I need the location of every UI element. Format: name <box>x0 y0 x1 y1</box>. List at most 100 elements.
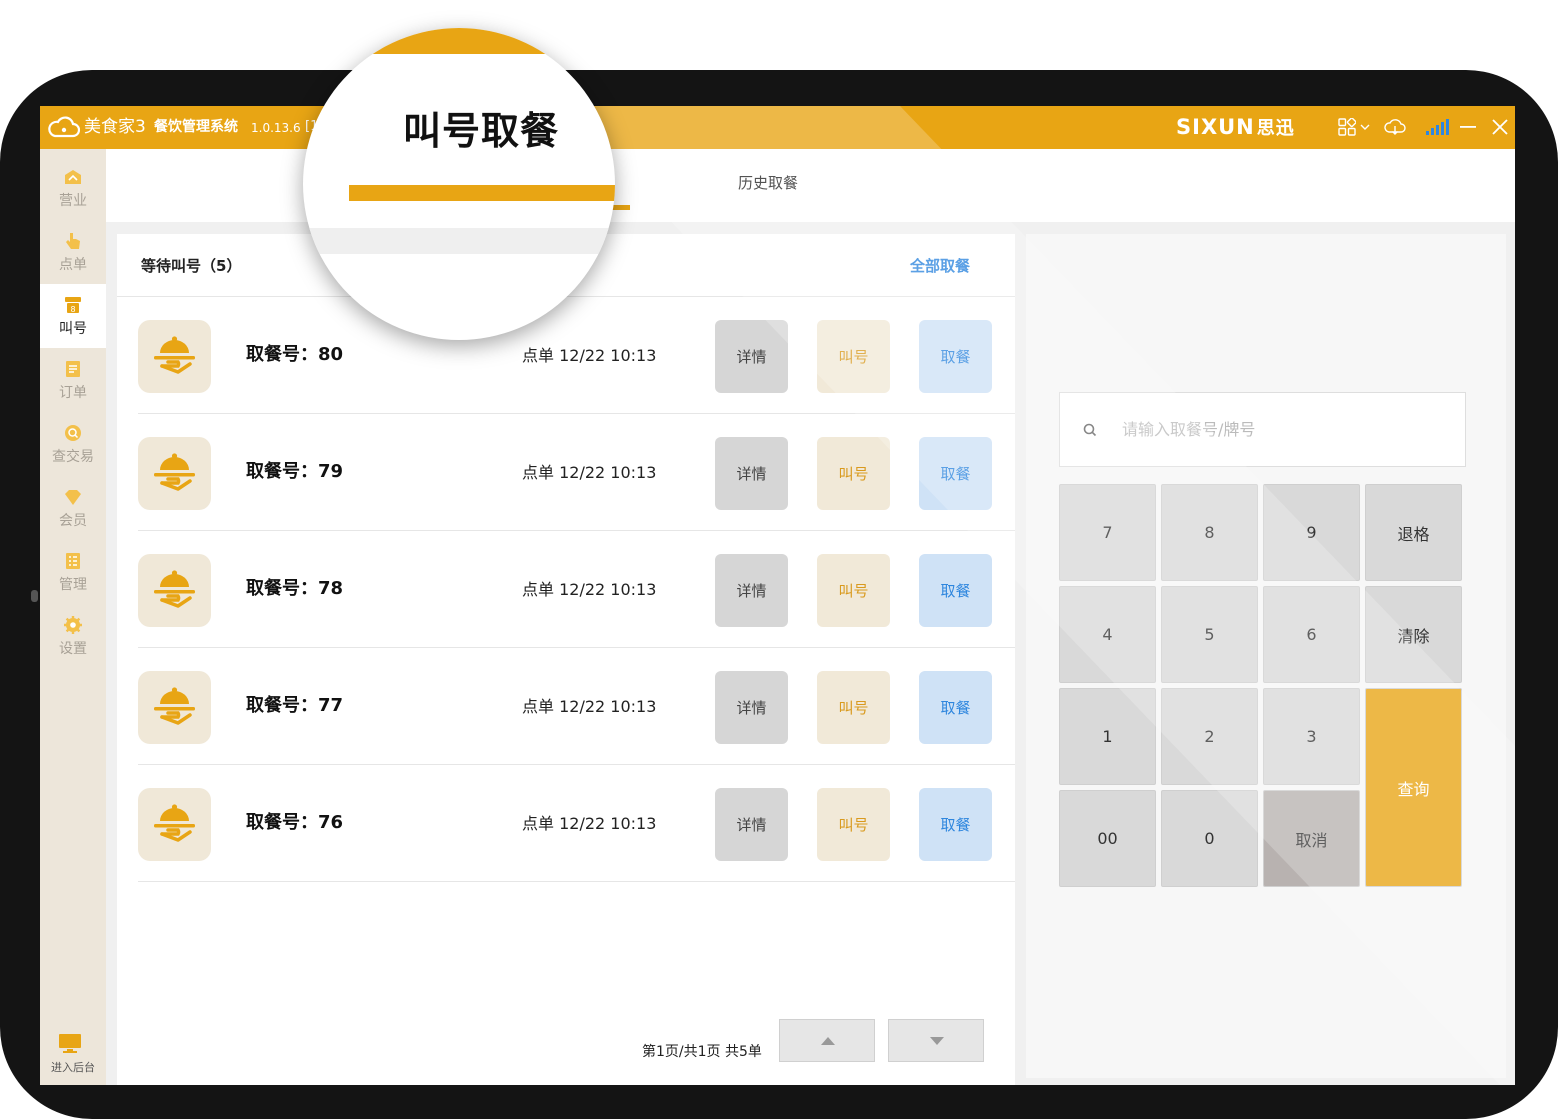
sidebar-item-label: 点单 <box>59 257 87 273</box>
sidebar-item-label: 查交易 <box>52 449 94 465</box>
search-icon <box>1083 423 1097 437</box>
call-number-button[interactable]: 叫号 <box>817 437 890 510</box>
table-row: 取餐号：78 点单 12/22 10:13 详情 叫号 取餐 <box>138 531 1015 648</box>
key-5[interactable]: 5 <box>1161 586 1258 683</box>
page-info: 第1页/共1页 共5单 <box>642 1044 762 1060</box>
call-number-button[interactable]: 叫号 <box>817 671 890 744</box>
arrow-down-icon <box>930 1037 944 1045</box>
title-bar: 美食家3 餐饮管理系统 1.0.13.6 [1 SIXUN 思迅 <box>40 106 1515 149</box>
svg-text:8: 8 <box>70 305 75 314</box>
call-number-button[interactable]: 叫号 <box>817 320 890 393</box>
manage-icon <box>66 553 80 569</box>
tap-hand-icon <box>66 233 80 249</box>
food-cloche-icon <box>138 437 211 510</box>
page-up-button[interactable] <box>779 1019 875 1062</box>
enter-backend-button[interactable]: 进入后台 <box>40 1027 106 1077</box>
pickup-number: 取餐号：80 <box>246 344 344 365</box>
take-meal-button[interactable]: 取餐 <box>919 788 992 861</box>
cloud-logo-icon <box>48 116 80 138</box>
backspace-key[interactable]: 退格 <box>1365 484 1462 581</box>
sidebar-item-label: 会员 <box>59 513 87 529</box>
detail-button[interactable]: 详情 <box>715 320 788 393</box>
search-input[interactable]: 请输入取餐号/牌号 <box>1059 392 1466 467</box>
version-label: 1.0.13.6 <box>251 121 301 135</box>
table-row: 取餐号：76 点单 12/22 10:13 详情 叫号 取餐 <box>138 765 1015 882</box>
key-2[interactable]: 2 <box>1161 688 1258 785</box>
key-8[interactable]: 8 <box>1161 484 1258 581</box>
magnified-title-bar <box>303 28 615 54</box>
close-icon[interactable] <box>1492 119 1508 135</box>
pickup-number: 取餐号：76 <box>246 812 344 833</box>
monitor-icon <box>59 1034 81 1053</box>
cloud-sync-icon[interactable] <box>1384 118 1406 136</box>
pickup-number: 取餐号：77 <box>246 695 344 716</box>
key-0[interactable]: 0 <box>1161 790 1258 887</box>
page-down-button[interactable] <box>888 1019 984 1062</box>
keypad-panel: 请输入取餐号/牌号 7 8 9 退格 4 5 6 清除 1 2 3 查询 00 … <box>1026 234 1506 1078</box>
sidebar-item-label: 营业 <box>59 193 87 209</box>
signal-icon <box>1426 119 1449 135</box>
arrow-up-icon <box>821 1037 835 1045</box>
sidebar: 营业 点单 8 叫号 订单 查交易 会员 管理 设置 进入后台 <box>40 149 106 1085</box>
detail-button[interactable]: 详情 <box>715 554 788 627</box>
sidebar-item-order[interactable]: 点单 <box>40 220 106 284</box>
call-number-button[interactable]: 叫号 <box>817 788 890 861</box>
sidebar-item-orders[interactable]: 订单 <box>40 348 106 412</box>
tab-history-pickup[interactable]: 历史取餐 <box>738 173 798 193</box>
tab-call-pickup[interactable]: 叫号取餐 <box>403 108 559 154</box>
call-number-icon: 8 <box>65 297 81 314</box>
waiting-count-label: 等待叫号（5） <box>141 257 242 275</box>
minimize-icon[interactable] <box>1460 125 1476 129</box>
diamond-icon <box>65 490 81 505</box>
key-9[interactable]: 9 <box>1263 484 1360 581</box>
order-time: 点单 12/22 10:13 <box>522 346 657 365</box>
take-meal-button[interactable]: 取餐 <box>919 671 992 744</box>
order-time: 点单 12/22 10:13 <box>522 463 657 482</box>
pickup-number: 取餐号：79 <box>246 461 344 482</box>
system-name: 餐饮管理系统 <box>154 119 238 135</box>
key-7[interactable]: 7 <box>1059 484 1156 581</box>
enter-backend-label: 进入后台 <box>51 1061 95 1074</box>
app-screen: 美食家3 餐饮管理系统 1.0.13.6 [1 SIXUN 思迅 营业 点单 8… <box>40 106 1515 1085</box>
sidebar-item-label: 管理 <box>59 577 87 593</box>
chevron-down-icon[interactable] <box>1360 123 1370 131</box>
call-number-button[interactable]: 叫号 <box>817 554 890 627</box>
shop-icon <box>65 170 81 184</box>
detail-button[interactable]: 详情 <box>715 788 788 861</box>
clear-key[interactable]: 清除 <box>1365 586 1462 683</box>
sidebar-item-transactions[interactable]: 查交易 <box>40 412 106 476</box>
food-cloche-icon <box>138 320 211 393</box>
pickup-number: 取餐号：78 <box>246 578 344 599</box>
sidebar-item-manage[interactable]: 管理 <box>40 540 106 604</box>
take-meal-button[interactable]: 取餐 <box>919 554 992 627</box>
sidebar-item-members[interactable]: 会员 <box>40 476 106 540</box>
apps-grid-icon[interactable] <box>1338 118 1356 136</box>
food-cloche-icon <box>138 788 211 861</box>
order-time: 点单 12/22 10:13 <box>522 814 657 833</box>
sidebar-item-label: 设置 <box>59 641 87 657</box>
key-1[interactable]: 1 <box>1059 688 1156 785</box>
sidebar-item-business[interactable]: 营业 <box>40 156 106 220</box>
sidebar-item-call-number[interactable]: 8 叫号 <box>40 284 106 348</box>
cancel-key[interactable]: 取消 <box>1263 790 1360 887</box>
query-button[interactable]: 查询 <box>1365 688 1462 887</box>
take-all-button[interactable]: 全部取餐 <box>910 256 970 276</box>
gear-icon <box>64 616 82 634</box>
order-time: 点单 12/22 10:13 <box>522 697 657 716</box>
detail-button[interactable]: 详情 <box>715 671 788 744</box>
table-row: 取餐号：79 点单 12/22 10:13 详情 叫号 取餐 <box>138 414 1015 531</box>
query-transaction-icon <box>65 425 81 441</box>
take-meal-button[interactable]: 取餐 <box>919 437 992 510</box>
key-6[interactable]: 6 <box>1263 586 1360 683</box>
key-00[interactable]: 00 <box>1059 790 1156 887</box>
food-cloche-icon <box>138 671 211 744</box>
take-meal-button[interactable]: 取餐 <box>919 320 992 393</box>
table-row: 取餐号：77 点单 12/22 10:13 详情 叫号 取餐 <box>138 648 1015 765</box>
detail-button[interactable]: 详情 <box>715 437 788 510</box>
magnified-divider <box>303 228 615 254</box>
order-list-icon <box>66 361 80 377</box>
key-4[interactable]: 4 <box>1059 586 1156 683</box>
key-3[interactable]: 3 <box>1263 688 1360 785</box>
sidebar-item-settings[interactable]: 设置 <box>40 604 106 668</box>
table-row: 取餐号：80 点单 12/22 10:13 详情 叫号 取餐 <box>138 297 1015 414</box>
